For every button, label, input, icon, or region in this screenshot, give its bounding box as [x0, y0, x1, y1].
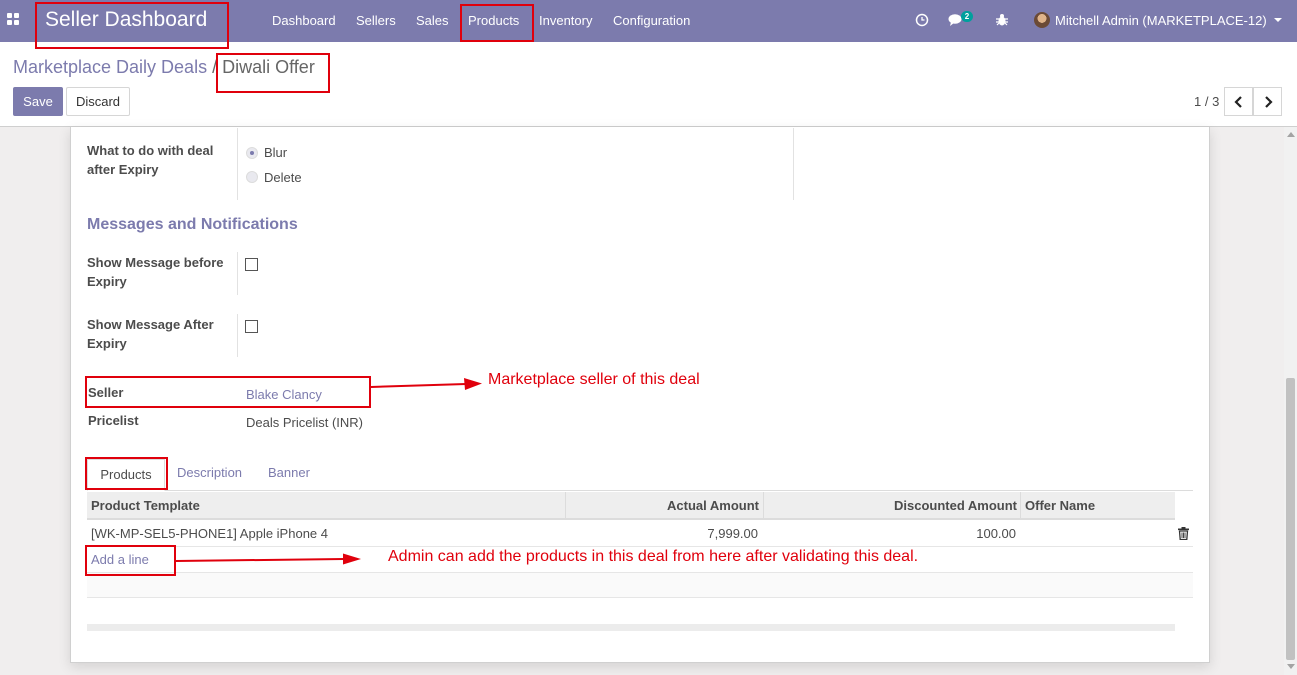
menu-sellers[interactable]: Sellers	[356, 13, 396, 28]
pricelist-field[interactable]: Deals Pricelist (INR)	[246, 415, 363, 430]
show-message-after-checkbox[interactable]	[245, 320, 258, 333]
annotation-seller-text: Marketplace seller of this deal	[488, 371, 700, 388]
table-horizontal-scrollbar[interactable]	[87, 624, 1175, 631]
radio-delete-label[interactable]: Delete	[264, 170, 302, 185]
pager-next-button[interactable]	[1253, 87, 1282, 116]
activity-clock-icon[interactable]	[915, 13, 929, 27]
tab-bar-border	[87, 490, 1193, 491]
row-actual-amount[interactable]: 7,999.00	[707, 526, 758, 541]
tab-description[interactable]: Description	[177, 465, 242, 480]
page-scrollbar-thumb[interactable]	[1286, 378, 1295, 660]
control-panel: Marketplace Daily Deals / Diwali Offer S…	[0, 42, 1297, 127]
annotation-box-products-menu	[460, 4, 534, 42]
apps-menu-icon[interactable]	[7, 13, 21, 27]
menu-dashboard[interactable]: Dashboard	[272, 13, 336, 28]
annotation-box-seller	[85, 376, 371, 408]
group-divider	[793, 128, 794, 200]
radio-delete[interactable]	[246, 171, 258, 183]
field-divider	[237, 252, 238, 295]
annotation-box-record-name	[216, 53, 330, 93]
save-button[interactable]: Save	[13, 87, 63, 116]
section-title-messages: Messages and Notifications	[87, 216, 298, 233]
show-message-before-checkbox[interactable]	[245, 258, 258, 271]
user-menu-caret-icon[interactable]	[1274, 18, 1282, 22]
col-offer-name[interactable]: Offer Name	[1025, 498, 1095, 513]
debug-bug-icon[interactable]	[996, 13, 1008, 27]
menu-inventory[interactable]: Inventory	[539, 13, 592, 28]
radio-blur[interactable]	[246, 147, 258, 159]
show-message-before-label: Show Message before Expiry	[87, 255, 224, 289]
pager-value[interactable]: 1 / 3	[1194, 94, 1219, 109]
tab-banner[interactable]: Banner	[268, 465, 310, 480]
annotation-products-text: Admin can add the products in this deal …	[388, 548, 919, 565]
pager-previous-button[interactable]	[1224, 87, 1253, 116]
field-divider	[237, 128, 238, 200]
row-product-template[interactable]: [WK-MP-SEL5-PHONE1] Apple iPhone 4	[91, 526, 328, 541]
products-table-footer	[87, 572, 1193, 598]
annotation-box-brand	[35, 2, 229, 49]
messages-count-badge: 2	[961, 11, 973, 22]
col-discounted-amount[interactable]: Discounted Amount	[894, 498, 1017, 513]
chevron-left-icon	[1233, 95, 1242, 108]
radio-blur-label[interactable]: Blur	[264, 145, 287, 160]
column-divider	[1020, 492, 1021, 518]
expiry-action-label: What to do with deal after Expiry	[87, 143, 214, 177]
col-actual-amount[interactable]: Actual Amount	[667, 498, 759, 513]
field-divider	[237, 314, 238, 357]
chevron-right-icon	[1264, 95, 1273, 108]
breadcrumb-parent-link[interactable]: Marketplace Daily Deals	[13, 57, 207, 77]
menu-configuration[interactable]: Configuration	[613, 13, 690, 28]
show-message-after-label: Show Message After Expiry	[87, 317, 214, 351]
table-row-divider	[87, 546, 1193, 547]
user-avatar[interactable]	[1034, 12, 1050, 28]
scroll-up-icon[interactable]	[1287, 132, 1295, 137]
annotation-arrow-products-icon	[175, 553, 361, 565]
column-divider	[763, 492, 764, 518]
delete-row-trash-icon[interactable]	[1178, 527, 1189, 540]
pricelist-label: Pricelist	[88, 413, 139, 428]
menu-sales[interactable]: Sales	[416, 13, 449, 28]
annotation-box-add-line	[85, 545, 176, 576]
row-discounted-amount[interactable]: 100.00	[976, 526, 1016, 541]
products-table-header: Product Template Actual Amount Discounte…	[87, 492, 1175, 520]
scroll-down-icon[interactable]	[1287, 664, 1295, 669]
annotation-box-products-tab	[85, 457, 168, 490]
annotation-arrow-seller-icon	[370, 378, 482, 390]
col-product-template[interactable]: Product Template	[91, 498, 200, 513]
user-menu-name[interactable]: Mitchell Admin (MARKETPLACE-12)	[1055, 13, 1267, 28]
discard-button[interactable]: Discard	[66, 87, 130, 116]
column-divider	[565, 492, 566, 518]
